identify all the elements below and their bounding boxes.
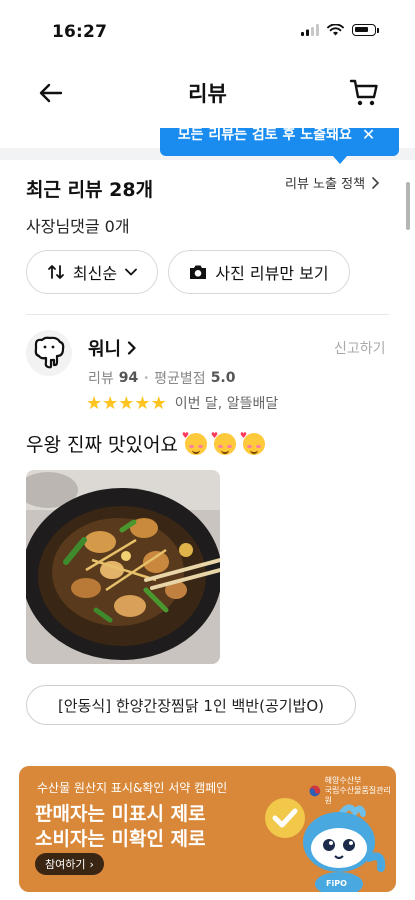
review-text-row: 우왕 진짜 맛있어요 ♥ ♥ ♥	[26, 430, 265, 457]
reviewer-name: 워니	[88, 339, 122, 360]
owner-reply-count: 사장님댓글 0개	[26, 217, 130, 236]
chevron-down-icon	[125, 268, 137, 276]
sort-label: 최신순	[72, 264, 118, 283]
banner-headline-2: 소비자는 미확인 제로	[35, 828, 206, 850]
policy-link-label: 리뷰 노출 정책	[285, 177, 366, 192]
cellular-signal-icon	[301, 24, 319, 36]
stats-reviews-count: 94	[118, 370, 139, 386]
review-meta: 이번 달, 알뜰배달	[174, 396, 279, 412]
chevron-right-icon	[128, 341, 136, 355]
star-rating: ★★★★★	[86, 394, 167, 413]
campaign-banner[interactable]: 수산물 원산지 표시&확인 서약 캠페인 판매자는 미표시 제로 소비자는 미확…	[19, 766, 396, 892]
review-policy-link[interactable]: 리뷰 노출 정책	[285, 173, 379, 192]
star-icon: ★	[134, 392, 151, 414]
smiling-face-with-hearts-icon: ♥	[240, 431, 265, 455]
stats-avg-value: 5.0	[210, 370, 236, 386]
avatar[interactable]	[26, 330, 72, 376]
cart-icon	[349, 79, 378, 106]
banner-subtitle: 수산물 원산지 표시&확인 서약 캠페인	[37, 781, 228, 795]
photo-filter-label: 사진 리뷰만 보기	[215, 264, 329, 283]
report-button[interactable]: 신고하기	[334, 338, 386, 358]
wifi-icon	[327, 24, 344, 36]
cart-button[interactable]	[348, 76, 380, 108]
stats-avg-label: 평균별점	[154, 371, 206, 387]
rating-row: ★★★★★ 이번 달, 알뜰배달	[86, 393, 278, 413]
sort-dropdown[interactable]: 최신순	[26, 250, 158, 294]
chevron-right-icon: ›	[89, 857, 94, 871]
status-icons	[301, 24, 379, 36]
reviewer-stats: 리뷰 94 • 평균별점 5.0	[88, 368, 236, 388]
close-icon[interactable]: ✕	[362, 125, 375, 144]
mascot-label: FiPO	[326, 879, 347, 888]
stats-separator: •	[143, 372, 150, 384]
status-time: 16:27	[52, 22, 108, 42]
smiling-face-with-hearts-icon: ♥	[211, 431, 236, 455]
banner-participate-button[interactable]: 참여하기 ›	[35, 853, 104, 875]
agency-line-1: 해양수산부	[324, 776, 362, 785]
reviewer-name-link[interactable]: 워니	[88, 335, 136, 361]
photo-review-filter-button[interactable]: 사진 리뷰만 보기	[168, 250, 350, 294]
review-photo[interactable]	[26, 470, 220, 664]
camera-icon	[190, 265, 207, 279]
ordered-menu-tag[interactable]: [안동식] 한양간장찜닭 1인 백반(공기밥O)	[26, 685, 356, 725]
review-notice-tooltip: 모든 리뷰는 검토 후 노출돼요 ✕	[160, 125, 399, 156]
star-icon: ★	[102, 392, 119, 414]
star-icon: ★	[118, 392, 135, 414]
tooltip-text: 모든 리뷰는 검토 후 노출돼요	[177, 127, 352, 143]
participate-label: 참여하기	[45, 858, 86, 871]
elephant-icon	[34, 336, 65, 369]
tooltip-arrow	[333, 156, 347, 164]
scrollbar[interactable]	[406, 182, 410, 230]
star-icon: ★	[86, 392, 103, 414]
divider	[26, 314, 389, 315]
chevron-right-icon	[372, 176, 379, 189]
mascot-icon: FiPO	[303, 804, 386, 892]
stats-reviews-label: 리뷰	[88, 371, 114, 387]
star-icon: ★	[150, 392, 167, 414]
sort-arrows-icon	[48, 265, 64, 279]
smiling-face-with-hearts-icon: ♥	[182, 431, 207, 455]
taegeuk-icon	[309, 785, 321, 797]
food-photo-image	[26, 470, 220, 664]
battery-icon	[352, 24, 376, 36]
review-count-title: 최근 리뷰 28개	[26, 179, 154, 201]
banner-headline-1: 판매자는 미표시 제로	[35, 803, 206, 825]
review-text: 우왕 진짜 맛있어요	[26, 434, 178, 456]
